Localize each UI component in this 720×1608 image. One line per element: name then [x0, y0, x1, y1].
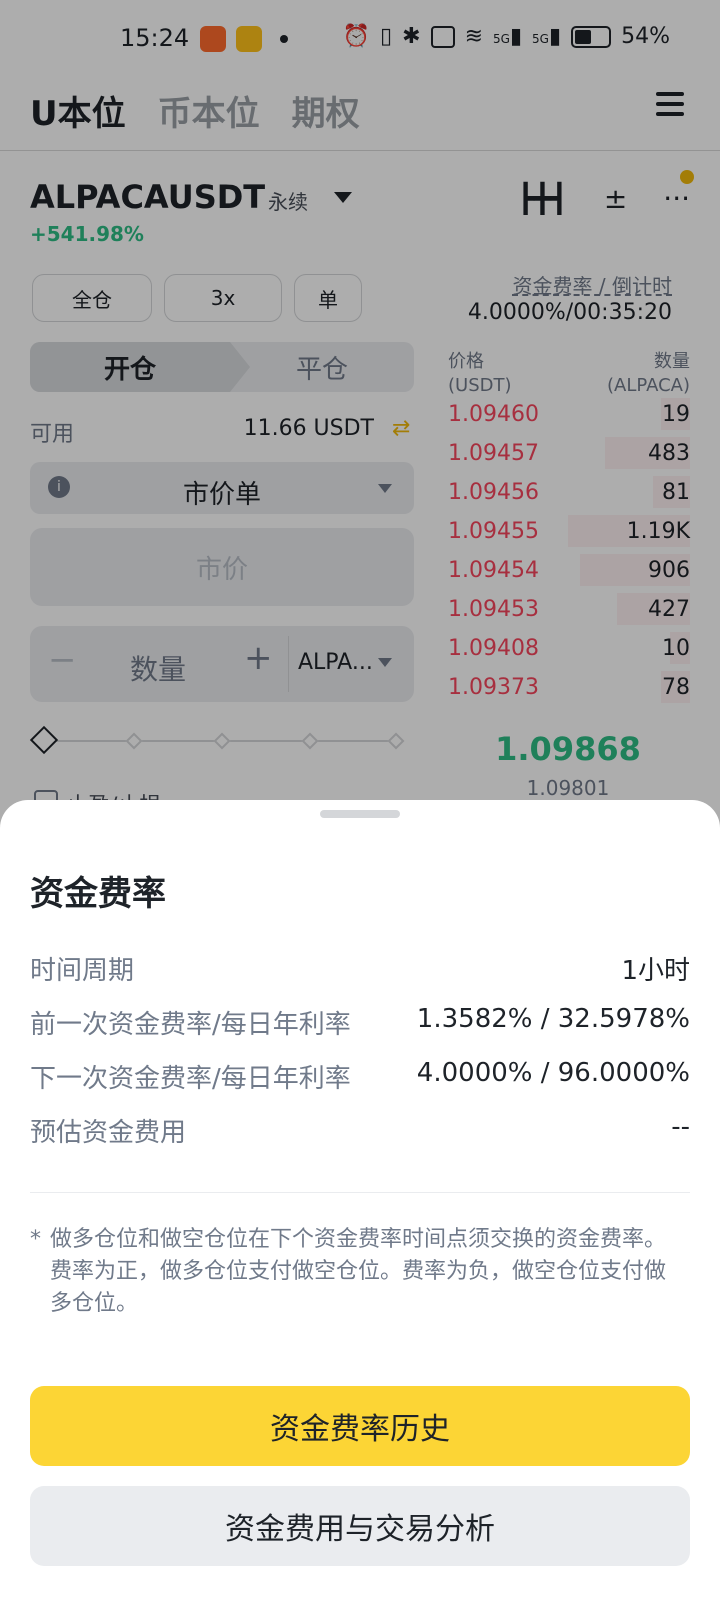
info-value: 1小时 — [621, 956, 690, 986]
sheet-title: 资金费率 — [30, 874, 166, 914]
sheet-divider — [30, 1192, 690, 1193]
footnote-text: 做多仓位和做空仓位在下个资金费率时间点须交换的资金费率。费率为正，做多仓位支付做… — [50, 1227, 667, 1316]
info-value: 1.3582% / 32.5978% — [416, 1004, 690, 1034]
info-label: 前一次资金费率/每日年利率 — [30, 1010, 351, 1040]
funding-fee-analysis-button[interactable]: 资金费用与交易分析 — [30, 1486, 690, 1566]
info-label: 预估资金费用 — [30, 1118, 187, 1148]
sheet-drag-handle[interactable] — [320, 810, 400, 818]
info-label: 时间周期 — [30, 956, 135, 986]
funding-rate-sheet: 资金费率 时间周期 1小时 前一次资金费率/每日年利率 1.3582% / 32… — [0, 800, 720, 1608]
info-row-previous-rate: 前一次资金费率/每日年利率 1.3582% / 32.5978% — [30, 1004, 690, 1044]
funding-rate-history-button[interactable]: 资金费率历史 — [30, 1386, 690, 1466]
footnote-star: * — [30, 1227, 41, 1252]
info-row-next-rate: 下一次资金费率/每日年利率 4.0000% / 96.0000% — [30, 1058, 690, 1098]
info-label: 下一次资金费率/每日年利率 — [30, 1064, 351, 1094]
info-value: 4.0000% / 96.0000% — [416, 1058, 690, 1088]
info-value: -- — [671, 1112, 690, 1142]
info-row-estimated-fee: 预估资金费用 -- — [30, 1112, 690, 1152]
info-row-interval: 时间周期 1小时 — [30, 950, 690, 990]
funding-footnote: * 做多仓位和做空仓位在下个资金费率时间点须交换的资金费率。费率为正，做多仓位支… — [30, 1224, 680, 1320]
